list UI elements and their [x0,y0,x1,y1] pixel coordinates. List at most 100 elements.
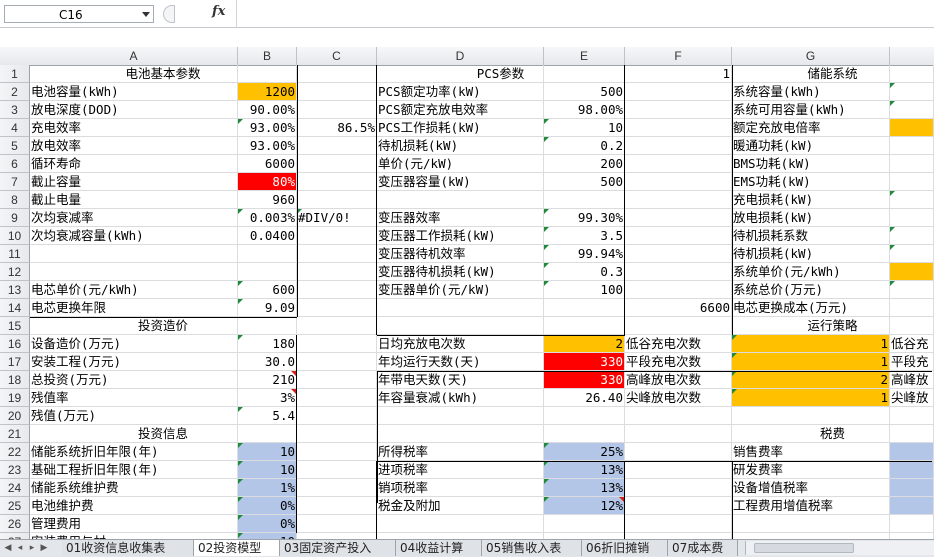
cell-b14[interactable]: 9.09 [238,299,297,317]
cell-f17[interactable]: 平段充电次数 [625,353,732,371]
cell-f14[interactable]: 6600 [625,299,732,317]
cell-d5[interactable]: 待机损耗(kW) [377,137,544,155]
name-box[interactable]: C16 [4,5,154,23]
cell-empty[interactable] [890,155,934,173]
cell-empty[interactable] [625,281,732,299]
cell-empty[interactable] [890,407,934,425]
spreadsheet-grid[interactable]: 电池基本参数 电池容量(kWh) 放电深度(DOD) 充电效率 放电效率 循环寿命 截止容量… [30,65,934,539]
cell-empty[interactable] [30,263,238,281]
cell-empty[interactable] [297,83,377,101]
cell-empty[interactable] [238,263,297,281]
column-header-h[interactable] [890,47,934,65]
cell-empty[interactable] [544,425,625,443]
row-header-20[interactable]: 20 [0,407,30,425]
row-header-6[interactable]: 6 [0,155,30,173]
cell-d18[interactable]: 年带电天数(天) [377,371,544,389]
row-header-17[interactable]: 17 [0,353,30,371]
cell-d6[interactable]: 单价(元/kW) [377,155,544,173]
cell-d12[interactable]: 变压器待机损耗(kW) [377,263,544,281]
chevron-down-icon[interactable] [142,12,150,17]
tab-scroll-last-icon[interactable]: ▶ [38,541,50,555]
column-header-a[interactable]: A [30,47,238,65]
cell-d16[interactable]: 日均充放电次数 [377,335,544,353]
cell-d23[interactable]: 进项税率 [377,461,544,479]
cell-g9[interactable]: 放电损耗(kW) [732,209,890,227]
column-header-f[interactable]: F [625,47,732,65]
cell-fill-h23[interactable] [890,461,934,479]
cell-d2[interactable]: PCS额定功率(kW) [377,83,544,101]
tab-scroll-prev-icon[interactable]: ◂ [14,541,26,555]
cell-empty[interactable] [890,209,934,227]
cell-empty[interactable] [30,245,238,263]
cell-e17[interactable]: 330 [544,353,625,371]
cell-b18[interactable]: 210 [238,371,297,389]
tab-03[interactable]: 03固定资产投入 [280,540,396,556]
cell-d25[interactable]: 税金及附加 [377,497,544,515]
row-header-16[interactable]: 16 [0,335,30,353]
cell-g17v[interactable]: 1 [732,353,890,371]
cell-e6[interactable]: 200 [544,155,625,173]
tab-06[interactable]: 06折旧摊销 [582,540,668,556]
tab-02[interactable]: 02投资模型 [194,540,280,556]
row-header-15[interactable]: 15 [0,317,30,335]
cell-empty[interactable] [544,515,625,533]
cell-e19[interactable]: 26.40 [544,389,625,407]
cell-empty[interactable] [297,155,377,173]
cell-e10[interactable]: 3.5 [544,227,625,245]
cell-a7[interactable]: 截止容量 [30,173,238,191]
cell-empty[interactable] [297,461,377,479]
cell-d11[interactable]: 变压器待机效率 [377,245,544,263]
cell-empty[interactable] [890,299,934,317]
cell-b25[interactable]: 0% [238,497,297,515]
row-header-21[interactable]: 21 [0,425,30,443]
cell-empty[interactable] [625,83,732,101]
cell-empty[interactable] [625,263,732,281]
cell-empty[interactable] [732,407,890,425]
cell-empty[interactable] [625,227,732,245]
cell-b7[interactable]: 80% [238,173,297,191]
cell-empty[interactable] [625,191,732,209]
cell-g8[interactable]: 充电损耗(kW) [732,191,890,209]
cell-empty[interactable] [890,173,934,191]
cell-empty[interactable] [297,317,377,335]
cell-g15[interactable]: 运行策略 [732,317,934,335]
cell-a21[interactable]: 投资信息 [30,425,297,443]
cell-empty[interactable] [297,191,377,209]
cell-a15[interactable]: 投资造价 [30,317,297,335]
tab-04[interactable]: 04收益计算 [396,540,482,556]
cell-empty[interactable] [297,425,377,443]
cell-empty[interactable] [297,443,377,461]
cell-b26[interactable]: 0% [238,515,297,533]
cell-b10[interactable]: 0.0400 [238,227,297,245]
cell-empty[interactable] [297,227,377,245]
cell-f16[interactable]: 低谷充电次数 [625,335,732,353]
row-header-3[interactable]: 3 [0,101,30,119]
cell-d22[interactable]: 所得税率 [377,443,544,461]
row-header-12[interactable]: 12 [0,263,30,281]
cell-fill-h24[interactable] [890,479,934,497]
cell-b23[interactable]: 10 [238,461,297,479]
row-header-1[interactable]: 1 [0,65,30,83]
cell-b5[interactable]: 93.00% [238,137,297,155]
cell-fill-h12[interactable] [890,263,934,281]
cell-d13[interactable]: 变压器单价(元/kW) [377,281,544,299]
cell-g13[interactable]: 系统总价(万元) [732,281,890,299]
cell-a3[interactable]: 放电深度(DOD) [30,101,238,119]
cell-g2[interactable]: 系统容量(kWh) [732,83,890,101]
cell-b4[interactable]: 93.00% [238,119,297,137]
cell-a19[interactable]: 残值率 [30,389,238,407]
row-header-8[interactable]: 8 [0,191,30,209]
cell-d4[interactable]: PCS工作损耗(kW) [377,119,544,137]
cell-empty[interactable] [377,317,544,335]
cell-e11[interactable]: 99.94% [544,245,625,263]
cell-empty[interactable] [377,425,544,443]
cell-a23[interactable]: 基础工程折旧年限(年) [30,461,238,479]
cell-e22[interactable]: 25% [544,443,625,461]
cell-d10[interactable]: 变压器工作损耗(kW) [377,227,544,245]
cell-empty[interactable] [625,173,732,191]
cell-a5[interactable]: 放电效率 [30,137,238,155]
cell-g1[interactable]: 储能系统 [732,65,934,83]
row-header-14[interactable]: 14 [0,299,30,317]
cell-empty[interactable] [544,191,625,209]
cell-empty[interactable] [625,209,732,227]
